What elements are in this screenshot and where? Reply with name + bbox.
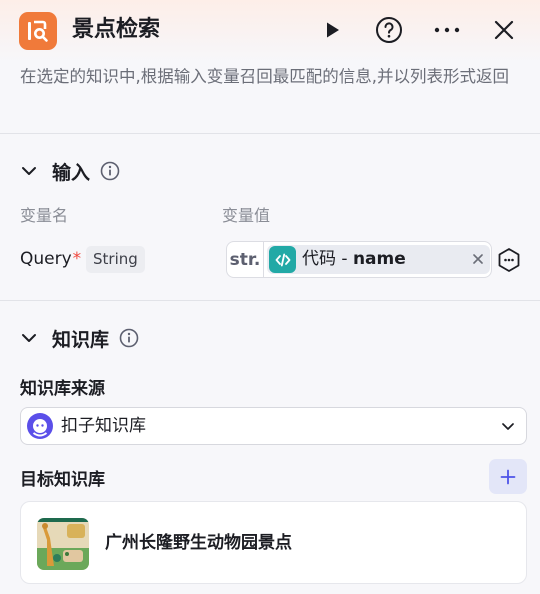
knowledge-section-title: 知识库 (52, 328, 110, 351)
chevron-down-icon (22, 334, 36, 342)
divider (0, 133, 540, 134)
knowledge-source-label: 知识库来源 (20, 379, 105, 399)
knowledge-item-card[interactable]: 广州长隆野生动物园景点 (20, 501, 527, 584)
input-section-title: 输入 (52, 161, 91, 184)
divider (0, 300, 540, 301)
node-header: 景点检索 (0, 0, 540, 62)
run-button[interactable] (316, 14, 348, 46)
clear-reference-icon[interactable] (471, 252, 485, 266)
knowledge-source-value: 扣子知识库 (61, 416, 146, 436)
variable-picker-icon[interactable] (495, 246, 523, 274)
play-icon (327, 22, 339, 38)
variable-value-column-label: 变量值 (222, 206, 271, 225)
info-icon[interactable] (119, 328, 139, 348)
node-description[interactable]: 在选定的知识中,根据输入变量召回最匹配的信息,并以列表形式返回 (20, 64, 520, 89)
more-button[interactable] (431, 14, 463, 46)
code-node-icon (269, 246, 296, 273)
help-icon (376, 17, 402, 43)
param-name: Query * (20, 249, 81, 269)
help-button[interactable] (373, 14, 405, 46)
reference-source: 代码 (302, 249, 336, 269)
close-button[interactable] (488, 14, 520, 46)
required-mark: * (72, 249, 82, 269)
knowledge-search-icon (19, 12, 57, 50)
chevron-down-icon (502, 423, 514, 430)
reference-separator: - (336, 249, 353, 269)
knowledge-thumbnail (37, 518, 89, 570)
input-section-header[interactable]: 输入 (20, 156, 120, 186)
knowledge-item-name: 广州长隆野生动物园景点 (105, 533, 292, 553)
knowledge-section-header[interactable]: 知识库 (20, 323, 139, 353)
plus-icon (500, 469, 516, 484)
param-name-text: Query (20, 249, 72, 269)
param-type-badge: String (86, 246, 145, 273)
node-title[interactable]: 景点检索 (72, 14, 160, 46)
value-type-tag: str. (227, 242, 264, 277)
knowledge-source-select[interactable]: 扣子知识库 (20, 407, 527, 445)
param-value-field[interactable]: str. 代码 - name (226, 241, 492, 278)
variable-name-column-label: 变量名 (20, 206, 69, 225)
info-icon[interactable] (100, 161, 120, 181)
variable-reference-pill[interactable]: 代码 - name (267, 245, 490, 274)
close-icon (494, 20, 514, 40)
reference-field: name (352, 249, 406, 269)
chevron-down-icon (22, 167, 36, 175)
add-knowledge-button[interactable] (489, 459, 527, 494)
more-icon (434, 27, 460, 33)
reference-text: 代码 - name (302, 248, 406, 270)
coze-avatar-icon (27, 413, 53, 439)
target-knowledge-label: 目标知识库 (20, 470, 105, 490)
